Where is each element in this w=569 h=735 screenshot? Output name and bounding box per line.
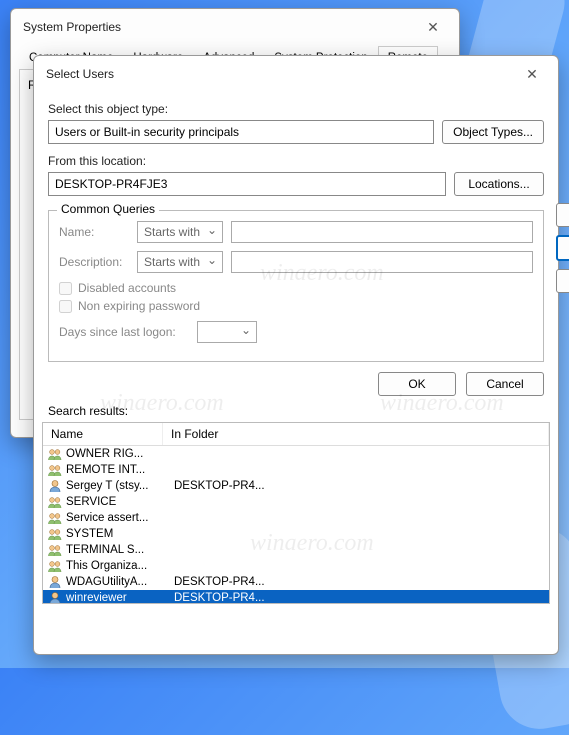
- selusers-title: Select Users: [46, 67, 114, 81]
- result-name: SERVICE: [66, 496, 174, 508]
- group-icon: [47, 559, 63, 573]
- result-name: OWNER RIG...: [66, 448, 174, 460]
- name-mode-select[interactable]: Starts with: [137, 221, 223, 243]
- result-folder: DESKTOP-PR4...: [174, 592, 545, 604]
- user-icon: [47, 479, 63, 493]
- column-in-folder[interactable]: In Folder: [163, 423, 549, 445]
- result-row[interactable]: REMOTE INT...: [43, 462, 549, 478]
- result-name: SYSTEM: [66, 528, 174, 540]
- name-label: Name:: [59, 225, 129, 239]
- days-since-logon-select[interactable]: [197, 321, 257, 343]
- result-row[interactable]: winreviewerDESKTOP-PR4...: [43, 590, 549, 604]
- object-type-field[interactable]: [48, 120, 434, 144]
- result-folder: DESKTOP-PR4...: [174, 480, 545, 492]
- group-icon: [47, 463, 63, 477]
- search-results-label: Search results:: [34, 402, 558, 422]
- result-row[interactable]: OWNER RIG...: [43, 446, 549, 462]
- result-name: WDAGUtilityA...: [66, 576, 174, 588]
- result-name: winreviewer: [66, 592, 174, 604]
- object-type-label: Select this object type:: [48, 102, 544, 116]
- result-name: Sergey T (stsy...: [66, 480, 174, 492]
- result-row[interactable]: WDAGUtilityA...DESKTOP-PR4...: [43, 574, 549, 590]
- close-icon[interactable]: ✕: [518, 64, 546, 84]
- column-name[interactable]: Name: [43, 423, 163, 445]
- result-name: Service assert...: [66, 512, 174, 524]
- result-row[interactable]: This Organiza...: [43, 558, 549, 574]
- search-results-list[interactable]: Name In Folder OWNER RIG... REMOTE INT...…: [42, 422, 550, 604]
- selusers-titlebar: Select Users ✕: [34, 56, 558, 92]
- result-folder: DESKTOP-PR4...: [174, 576, 545, 588]
- user-icon: [47, 591, 63, 604]
- result-name: REMOTE INT...: [66, 464, 174, 476]
- locations-button[interactable]: Locations...: [454, 172, 544, 196]
- ok-button[interactable]: OK: [378, 372, 456, 396]
- result-name: This Organiza...: [66, 560, 174, 572]
- non-expiring-password-checkbox[interactable]: Non expiring password: [59, 299, 533, 313]
- result-row[interactable]: Service assert...: [43, 510, 549, 526]
- group-icon: [47, 447, 63, 461]
- description-input[interactable]: [231, 251, 533, 273]
- result-row[interactable]: SERVICE: [43, 494, 549, 510]
- group-icon: [47, 543, 63, 557]
- object-types-button[interactable]: Object Types...: [442, 120, 544, 144]
- sysprops-title: System Properties: [23, 20, 121, 34]
- common-queries-group: Common Queries Name: Starts with Descrip…: [48, 210, 544, 362]
- result-name: TERMINAL S...: [66, 544, 174, 556]
- result-row[interactable]: TERMINAL S...: [43, 542, 549, 558]
- location-field[interactable]: [48, 172, 446, 196]
- select-users-dialog: Select Users ✕ Select this object type: …: [33, 55, 559, 655]
- results-header[interactable]: Name In Folder: [43, 423, 549, 446]
- group-icon: [47, 511, 63, 525]
- close-icon[interactable]: ✕: [419, 17, 447, 37]
- days-since-logon-label: Days since last logon:: [59, 325, 189, 339]
- name-input[interactable]: [231, 221, 533, 243]
- user-icon: [47, 575, 63, 589]
- description-label: Description:: [59, 255, 129, 269]
- description-mode-select[interactable]: Starts with: [137, 251, 223, 273]
- group-icon: [47, 495, 63, 509]
- location-label: From this location:: [48, 154, 544, 168]
- result-row[interactable]: SYSTEM: [43, 526, 549, 542]
- columns-button[interactable]: Columns...: [556, 203, 569, 227]
- cancel-button[interactable]: Cancel: [466, 372, 544, 396]
- common-queries-label: Common Queries: [57, 202, 159, 216]
- result-row[interactable]: Sergey T (stsy...DESKTOP-PR4...: [43, 478, 549, 494]
- sysprops-titlebar: System Properties ✕: [11, 9, 459, 45]
- stop-button[interactable]: Stop: [556, 269, 569, 293]
- disabled-accounts-checkbox[interactable]: Disabled accounts: [59, 281, 533, 295]
- find-now-button[interactable]: Find Now: [556, 235, 569, 261]
- group-icon: [47, 527, 63, 541]
